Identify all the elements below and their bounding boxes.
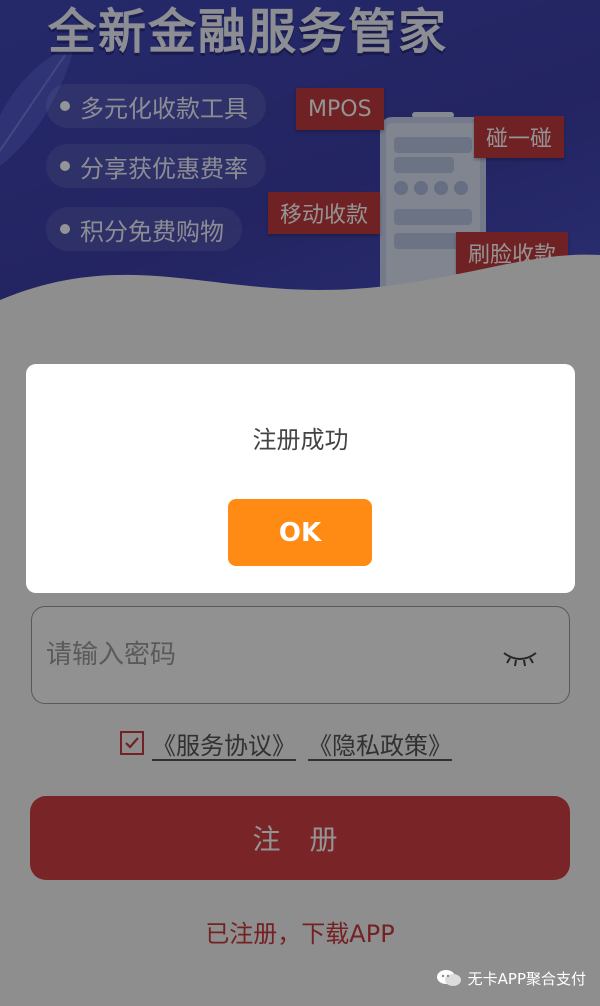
watermark-text: 无卡APP聚合支付 (467, 969, 586, 988)
success-dialog: 注册成功 OK (26, 364, 575, 593)
wechat-icon (436, 970, 461, 986)
watermark: 无卡APP聚合支付 (436, 962, 586, 994)
ok-button[interactable]: OK (228, 499, 372, 566)
dialog-message: 注册成功 (252, 426, 349, 454)
